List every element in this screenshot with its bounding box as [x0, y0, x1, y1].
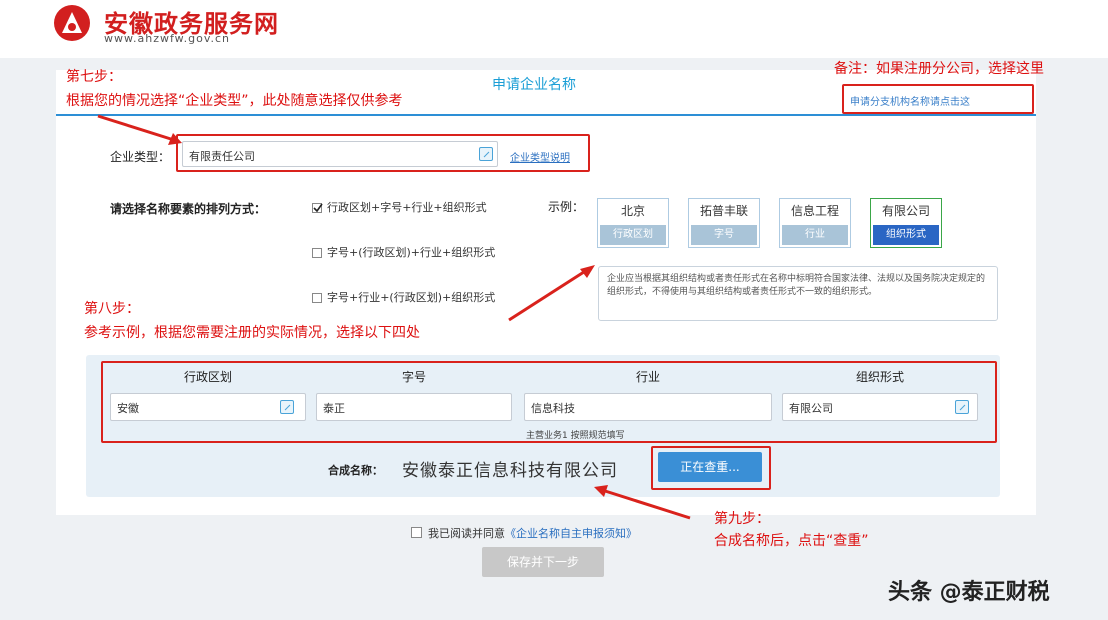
- order-option-2-checkbox[interactable]: [312, 248, 322, 258]
- branch-link[interactable]: 申请分支机构名称请点击这: [850, 93, 970, 108]
- industry-input[interactable]: 信息科技: [524, 393, 772, 421]
- order-option-3-checkbox[interactable]: [312, 293, 322, 303]
- agree-text: 我已阅读并同意: [428, 527, 505, 540]
- header-region: 行政区划: [183, 370, 232, 384]
- example-industry-tag: 行业: [782, 225, 848, 245]
- example-industry-value: 信息工程: [790, 204, 839, 218]
- note-text: 备注：如果注册分公司，选择这里: [834, 61, 1044, 77]
- save-next-button[interactable]: 保存并下一步: [482, 547, 604, 577]
- agree-link[interactable]: 《企业名称自主申报须知》: [505, 527, 637, 540]
- step7-text: 根据您的情况选择“企业类型”，此处随意选择仅供参考: [66, 93, 403, 109]
- step8-title: 第八步：: [84, 301, 140, 317]
- example-form-value: 有限公司: [881, 204, 930, 218]
- example-label: 示例：: [548, 200, 585, 214]
- enterprise-type-link[interactable]: 企业类型说明: [510, 149, 570, 164]
- compose-value: 安徽泰正信息科技有限公司: [402, 461, 618, 481]
- header-industry: 行业: [635, 370, 660, 384]
- order-option-3-label: 字号+行业+(行政区划)+组织形式: [327, 291, 496, 304]
- example-tooltip: 企业应当根据其组织结构或者责任形式在名称中标明符合国家法律、法规以及国务院决定规…: [598, 266, 998, 321]
- compose-label: 合成名称：: [328, 464, 383, 477]
- brand-value: 泰正: [323, 402, 345, 415]
- example-region-value: 北京: [620, 204, 645, 218]
- enterprise-type-value: 有限责任公司: [189, 150, 255, 163]
- example-box-industry: 信息工程 行业: [779, 198, 851, 248]
- order-option-1-label: 行政区划+字号+行业+组织形式: [327, 201, 487, 214]
- site-url: www.ahzwfw.gov.cn: [104, 32, 231, 45]
- enterprise-type-label: 企业类型：: [110, 150, 171, 164]
- region-value: 安徽: [117, 402, 139, 415]
- order-option-1-checkbox[interactable]: [312, 203, 323, 213]
- example-box-brand: 拓普丰联 字号: [688, 198, 760, 248]
- title-divider: [56, 114, 1036, 116]
- step9-title: 第九步：: [714, 511, 770, 527]
- step8-text: 参考示例，根据您需要注册的实际情况，选择以下四处: [84, 325, 420, 341]
- industry-value: 信息科技: [531, 402, 575, 415]
- step9-arrow-icon: [594, 485, 691, 520]
- example-brand-tag: 字号: [691, 225, 757, 245]
- check-duplicate-button[interactable]: 正在查重...: [658, 452, 762, 482]
- step7-arrow-icon: [97, 114, 182, 145]
- step8-arrow-icon: [508, 265, 595, 322]
- logo-icon: [54, 5, 90, 41]
- order-option-2-label: 字号+(行政区划)+行业+组织形式: [327, 246, 496, 259]
- form-input[interactable]: 有限公司: [782, 393, 978, 421]
- brand-input[interactable]: 泰正: [316, 393, 512, 421]
- order-label: 请选择名称要素的排列方式：: [110, 202, 267, 216]
- form-value: 有限公司: [789, 402, 833, 415]
- panel-title: 申请企业名称: [492, 77, 576, 93]
- industry-hint: 主营业务1 按照规范填写: [526, 431, 625, 441]
- region-input[interactable]: 安徽: [110, 393, 306, 421]
- example-brand-value: 拓普丰联: [699, 204, 748, 218]
- agree-row: 我已阅读并同意《企业名称自主申报须知》: [428, 525, 637, 541]
- header-brand: 字号: [401, 370, 426, 384]
- example-region-tag: 行政区划: [600, 225, 666, 245]
- example-box-form: 有限公司 组织形式: [870, 198, 942, 248]
- edit-icon[interactable]: [479, 147, 493, 161]
- region-edit-icon[interactable]: [280, 400, 294, 414]
- step7-title: 第七步：: [66, 69, 122, 85]
- example-box-region: 北京 行政区划: [597, 198, 669, 248]
- enterprise-type-select[interactable]: 有限责任公司: [182, 141, 498, 167]
- agree-checkbox[interactable]: [411, 527, 422, 538]
- watermark: 头条 @泰正财税: [888, 580, 1050, 605]
- example-form-tag: 组织形式: [873, 225, 939, 245]
- checkmark-icon: [313, 203, 323, 213]
- form-edit-icon[interactable]: [955, 400, 969, 414]
- step9-text: 合成名称后，点击“查重”: [714, 533, 869, 549]
- header-form: 组织形式: [855, 370, 904, 384]
